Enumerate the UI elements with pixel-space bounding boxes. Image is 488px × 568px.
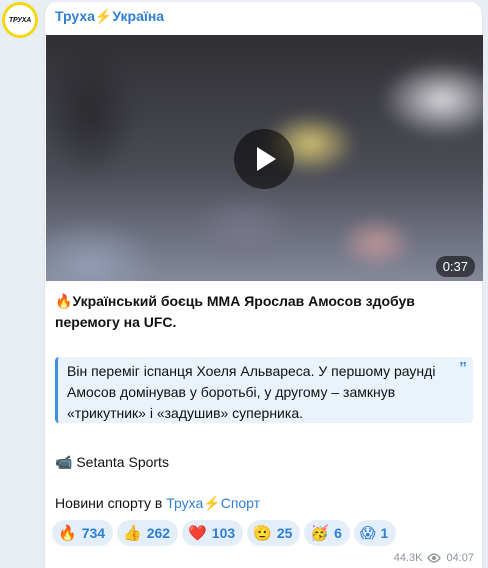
thumbs-up-icon: 👍 <box>123 524 142 542</box>
play-icon <box>257 147 276 171</box>
reaction-count: 262 <box>146 525 171 541</box>
headline-text: Український боєць ММА Ярослав Амосов здо… <box>55 293 415 330</box>
post-footer: Новини спорту в Труха⚡Спорт <box>55 493 260 514</box>
salute-face-icon: 🫡 <box>253 524 272 542</box>
channel-name-part2: Україна <box>112 8 165 24</box>
message-time: 04:07 <box>446 552 474 564</box>
video-duration: 0:37 <box>435 256 475 277</box>
channel-title[interactable]: Труха⚡Україна <box>55 8 164 25</box>
footer-prefix: Новини спорту в <box>55 495 167 511</box>
footer-link-part1: Труха <box>166 495 204 511</box>
blockquote: Він переміг іспанця Хоеля Альвареса. У п… <box>55 357 473 423</box>
footer-link-part2: Спорт <box>220 495 261 511</box>
reaction-count: 25 <box>276 525 293 541</box>
post-headline: 🔥Український боєць ММА Ярослав Амосов зд… <box>55 291 475 333</box>
footer-link[interactable]: Труха⚡Спорт <box>166 495 260 511</box>
reaction-count: 734 <box>81 525 106 541</box>
source-text: Setanta Sports <box>76 454 169 470</box>
video-player[interactable]: 0:37 <box>46 35 483 281</box>
message-meta: 44.3K 04:07 <box>394 552 474 564</box>
reaction-count: 1 <box>380 525 389 541</box>
reaction-salute[interactable]: 🫡 25 <box>247 520 301 546</box>
quote-icon: ” <box>459 360 467 377</box>
reaction-scream[interactable]: 😱 1 <box>353 520 397 546</box>
reaction-count: 6 <box>334 525 342 541</box>
reaction-thumbs-up[interactable]: 👍 262 <box>117 520 179 546</box>
reaction-count: 103 <box>211 525 236 541</box>
message-bubble: Труха⚡Україна 0:37 🔥Український боєць ММ… <box>45 2 483 568</box>
channel-avatar[interactable]: ТРУХА <box>2 2 38 38</box>
party-face-icon: 🥳 <box>310 524 330 542</box>
fire-icon: 🔥 <box>58 524 77 542</box>
scream-face-icon: 😱 <box>359 524 376 542</box>
reactions-bar: 🔥 734 👍 262 ❤️ 103 🫡 25 🥳 6 😱 1 <box>52 520 397 546</box>
eye-icon <box>427 553 442 563</box>
video-camera-icon: 📹 <box>55 454 73 470</box>
reaction-heart[interactable]: ❤️ 103 <box>182 520 244 546</box>
bolt-icon: ⚡ <box>94 8 113 24</box>
avatar-logo: ТРУХА <box>5 5 35 35</box>
bolt-icon: ⚡ <box>203 495 221 511</box>
quote-text: Він переміг іспанця Хоеля Альвареса. У п… <box>67 363 436 421</box>
view-count: 44.3K <box>393 552 423 564</box>
channel-name-part1: Труха <box>55 8 95 24</box>
heart-icon: ❤️ <box>188 524 207 542</box>
reaction-fire[interactable]: 🔥 734 <box>52 520 114 546</box>
reaction-party[interactable]: 🥳 6 <box>304 520 350 546</box>
play-button[interactable] <box>234 129 294 189</box>
post-source: 📹 Setanta Sports <box>55 452 169 473</box>
fire-icon: 🔥 <box>55 293 73 309</box>
